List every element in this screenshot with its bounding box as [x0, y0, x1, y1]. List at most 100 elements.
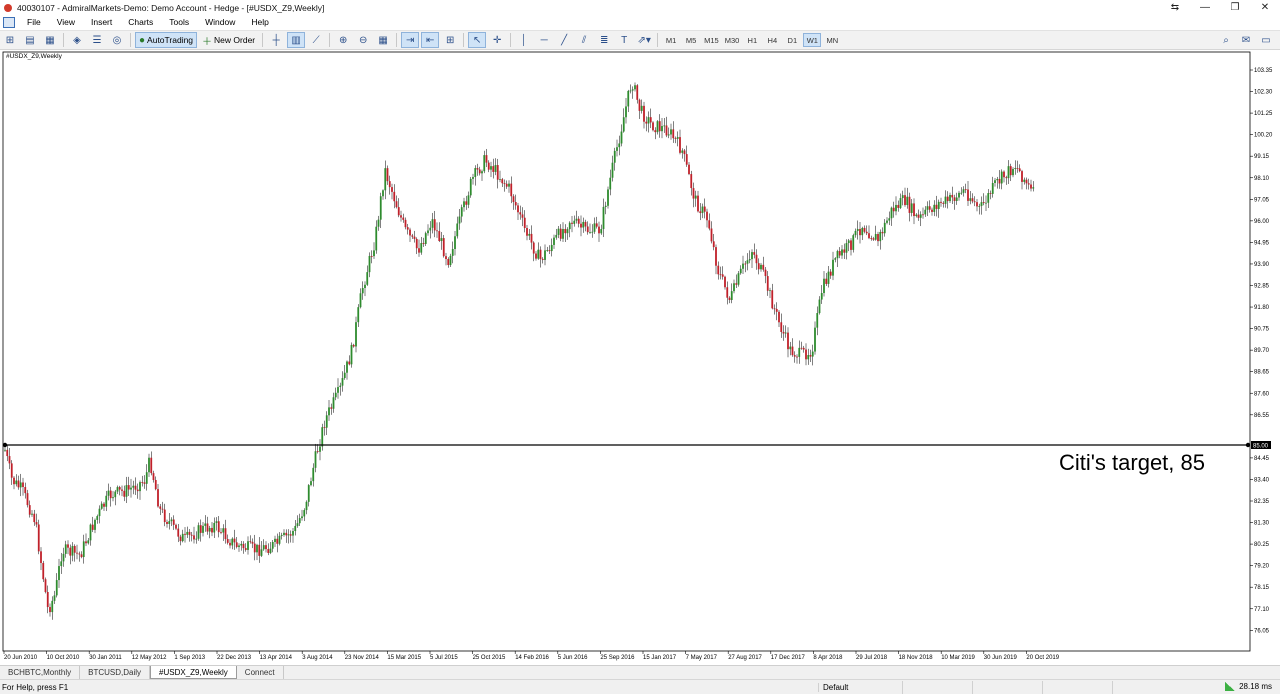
chart-frame — [2, 51, 1251, 652]
minimize-button[interactable]: — — [1190, 0, 1220, 15]
date-axis-label: 5 Jul 2015 — [430, 655, 458, 661]
candle-body — [67, 544, 69, 548]
price-axis-label: 77.10 — [1254, 607, 1270, 613]
candle-body — [850, 240, 852, 250]
hline-right-anchor[interactable] — [1245, 442, 1251, 448]
candle-body — [328, 407, 330, 416]
candle-body — [519, 212, 522, 215]
menu-window[interactable]: Window — [197, 17, 243, 27]
candle-body — [832, 259, 834, 276]
terminal-icon[interactable]: ☰ — [88, 32, 106, 48]
date-axis-label: 30 Jun 2019 — [984, 655, 1018, 661]
price-chart[interactable]: 103.35 102.30 101.25 100.20 99.15 98.10 97.05 9… — [0, 50, 1280, 665]
tile-windows-icon[interactable]: ▦ — [374, 32, 392, 48]
candlestick-icon[interactable]: ▥ — [287, 32, 306, 48]
strategy-tester-icon[interactable]: ◎ — [108, 32, 126, 48]
chat-icon[interactable]: ✉ — [1237, 32, 1255, 48]
chart-shift-icon[interactable]: ⇤ — [421, 32, 440, 48]
timeframe-h1[interactable]: H1 — [743, 33, 761, 47]
trendline-icon[interactable]: ╱ — [555, 32, 573, 48]
date-axis-label: 10 Mar 2019 — [941, 655, 975, 661]
candle-body — [933, 204, 936, 212]
menu-tools[interactable]: Tools — [161, 17, 197, 27]
menu-help[interactable]: Help — [243, 17, 276, 27]
market-watch-icon[interactable]: ▦ — [41, 32, 59, 48]
candle-body — [258, 544, 261, 556]
menu-charts[interactable]: Charts — [120, 17, 161, 27]
close-button[interactable]: ✕ — [1250, 0, 1280, 15]
candle-body — [1000, 171, 1003, 184]
candle-body — [663, 125, 666, 127]
search-icon[interactable]: ⌕ — [1217, 32, 1235, 48]
zoom-in-icon[interactable]: ⊕ — [334, 32, 352, 48]
candle-body — [703, 206, 706, 212]
candle-body — [881, 231, 884, 234]
indicators-icon[interactable]: ⊞ — [441, 32, 459, 48]
timeframe-m30[interactable]: M30 — [723, 33, 742, 47]
chart-window-icon[interactable] — [3, 16, 15, 28]
candle-body — [154, 479, 157, 490]
candle-body — [6, 449, 9, 457]
candle-body — [589, 232, 591, 233]
connection-status[interactable]: 28.18 ms — [1225, 682, 1272, 691]
candle-body — [188, 531, 191, 535]
new-order-button[interactable]: ＋ New Order — [199, 32, 258, 48]
candle-body — [744, 263, 747, 265]
tab-bchbtc-monthly[interactable]: BCHBTC,Monthly — [0, 666, 81, 679]
hline-left-anchor[interactable] — [2, 442, 8, 448]
candle-body — [566, 229, 569, 234]
community-icon[interactable]: ▭ — [1257, 32, 1275, 48]
zoom-out-icon[interactable]: ⊖ — [354, 32, 372, 48]
menu-view[interactable]: View — [49, 17, 83, 27]
new-chart-icon[interactable]: ⊞ — [1, 32, 19, 48]
timeframe-m5[interactable]: M5 — [682, 33, 700, 47]
chart-area[interactable]: 103.35 102.30 101.25 100.20 99.15 98.10 97.05 9… — [0, 50, 1280, 665]
candle-body — [814, 327, 816, 352]
candle-body — [544, 250, 546, 260]
candle-body — [449, 255, 452, 266]
channel-icon[interactable]: ⫽ — [575, 32, 593, 48]
tab-btcusd-daily[interactable]: BTCUSD,Daily — [80, 666, 151, 679]
toolbar-separator — [463, 33, 465, 47]
tab-connect[interactable]: Connect — [237, 666, 284, 679]
price-axis-label: 84.45 — [1254, 456, 1270, 462]
candle-body — [771, 290, 774, 309]
candle-body — [231, 538, 234, 546]
arrows-tool-icon[interactable]: ⇗▾ — [635, 32, 653, 48]
candle-body — [107, 490, 110, 496]
maximize-button[interactable]: ❐ — [1220, 0, 1250, 15]
vertical-line-icon[interactable]: │ — [515, 32, 533, 48]
candle-body — [134, 485, 137, 490]
title-bar: 40030107 - AdmiralMarkets-Demo: Demo Acc… — [0, 0, 1280, 15]
menu-file[interactable]: File — [19, 17, 49, 27]
candle-body — [204, 523, 207, 526]
timeframe-w1[interactable]: W1 — [803, 33, 822, 47]
candle-body — [807, 355, 810, 360]
candle-body — [366, 272, 369, 285]
candle-body — [438, 231, 441, 242]
tab-usdx-weekly[interactable]: #USDX_Z9,Weekly — [150, 666, 237, 679]
menu-bar: File View Insert Charts Tools Window Hel… — [0, 15, 1280, 29]
menu-insert[interactable]: Insert — [83, 17, 120, 27]
timeframe-h4[interactable]: H4 — [763, 33, 781, 47]
line-chart-icon[interactable]: ⟋ — [307, 32, 325, 48]
cursor-icon[interactable]: ↖ — [468, 32, 487, 48]
text-tool-icon[interactable]: T — [615, 32, 633, 48]
crosshair-icon[interactable]: ✛ — [488, 32, 506, 48]
auto-scroll-icon[interactable]: ⇥ — [401, 32, 420, 48]
candle-body — [580, 223, 582, 228]
candle-body — [843, 249, 846, 253]
restore-layout-icon[interactable]: ⇆ — [1160, 0, 1190, 15]
fibonacci-icon[interactable]: ≣ — [595, 32, 613, 48]
candle-body — [643, 105, 645, 122]
horizontal-line-icon[interactable]: ─ — [535, 32, 553, 48]
candle-body — [319, 446, 321, 452]
timeframe-m15[interactable]: M15 — [702, 33, 721, 47]
profiles-icon[interactable]: ▤ — [21, 32, 39, 48]
autotrading-button[interactable]: ● AutoTrading — [135, 32, 198, 48]
bar-chart-icon[interactable]: ┼ — [267, 32, 285, 48]
navigator-icon[interactable]: ◈ — [68, 32, 86, 48]
timeframe-d1[interactable]: D1 — [783, 33, 801, 47]
timeframe-m1[interactable]: M1 — [662, 33, 680, 47]
timeframe-mn[interactable]: MN — [823, 33, 841, 47]
